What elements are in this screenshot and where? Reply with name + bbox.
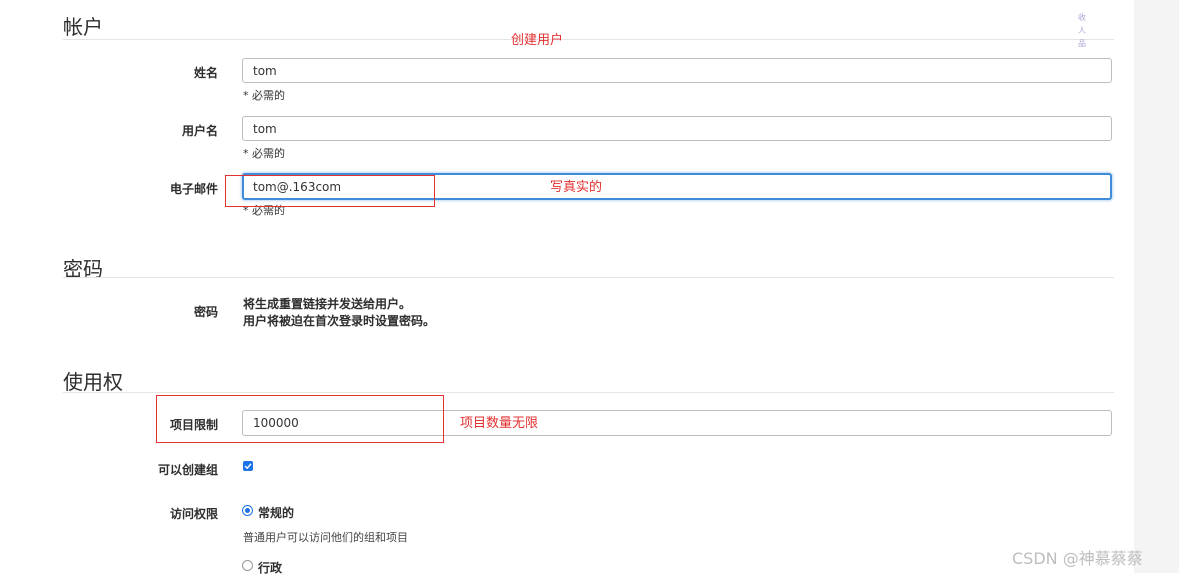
name-label: 姓名	[193, 66, 218, 80]
can-create-group-checkbox[interactable]	[243, 461, 253, 471]
checkmark-icon	[244, 463, 252, 470]
email-label: 电子邮件	[169, 182, 218, 196]
name-required-hint: * 必需的	[243, 89, 285, 102]
annotation-create-user: 创建用户	[511, 33, 564, 48]
section-divider	[63, 39, 1114, 40]
annotation-email-box	[225, 175, 435, 207]
password-info-line1: 将生成重置链接并发送给用户。	[243, 297, 412, 311]
section-title-access: 使用权	[63, 370, 123, 394]
name-input[interactable]	[242, 58, 1112, 83]
regular-help-text: 普通用户可以访问他们的组和项目	[243, 531, 408, 544]
can-create-group-label: 可以创建组	[157, 463, 218, 477]
radio-admin[interactable]	[242, 560, 253, 571]
side-icon-1: 收	[1078, 13, 1086, 22]
annotation-projects-box	[156, 395, 444, 443]
annotation-unlimited-projects: 项目数量无限	[460, 416, 539, 431]
side-icon-3: 品	[1078, 39, 1086, 48]
page: 帐户 创建用户 收 人 品 姓名 * 必需的 用户名 * 必需的 电子邮件 * …	[0, 0, 1134, 575]
password-info-line2: 用户将被迫在首次登录时设置密码。	[243, 314, 436, 328]
username-label: 用户名	[181, 124, 218, 138]
csdn-watermark: CSDN @神慕蔡蔡	[1012, 549, 1143, 568]
username-input[interactable]	[242, 116, 1112, 141]
section-divider	[63, 277, 1114, 278]
side-icon-2: 人	[1078, 26, 1086, 35]
annotation-write-real: 写真实的	[550, 180, 603, 195]
access-level-label: 访问权限	[169, 507, 218, 521]
username-required-hint: * 必需的	[243, 147, 285, 160]
radio-regular[interactable]	[242, 505, 253, 516]
side-mini-icons: 收 人 品	[1076, 11, 1088, 50]
section-divider	[63, 392, 1114, 393]
right-margin-strip	[1134, 0, 1179, 573]
section-title-account: 帐户	[63, 15, 103, 39]
regular-label: 常规的	[258, 506, 295, 520]
admin-label: 行政	[258, 561, 283, 575]
password-label: 密码	[193, 305, 218, 319]
